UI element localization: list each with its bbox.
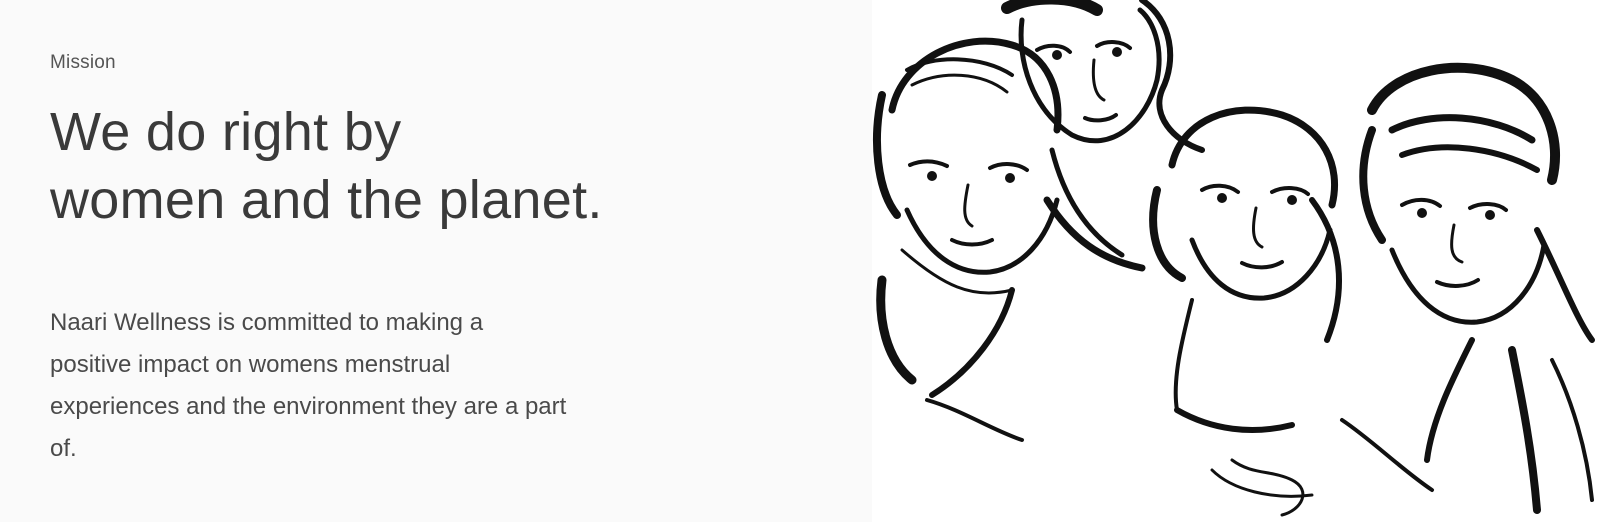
mission-headline: We do right by women and the planet.	[50, 98, 603, 234]
mission-description: Naari Wellness is committed to making a …	[50, 302, 650, 470]
mission-section: Mission We do right by women and the pla…	[0, 0, 872, 522]
description-line-3: experiences and the environment they are…	[50, 393, 567, 420]
page: Mission We do right by women and the pla…	[0, 0, 1600, 522]
woman-back-center-sketch	[1001, 0, 1205, 272]
headline-line-1: We do right by	[50, 102, 402, 162]
illustration-svg	[873, 0, 1595, 517]
headline-line-2: women and the planet.	[50, 170, 603, 230]
woman-left-sketch	[873, 37, 1062, 442]
description-line-2: positive impact on womens menstrual	[50, 351, 451, 378]
description-line-4: of.	[50, 435, 77, 462]
woman-center-front-sketch	[1149, 106, 1342, 517]
section-eyebrow: Mission	[50, 52, 116, 73]
description-line-1: Naari Wellness is committed to making a	[50, 309, 484, 336]
women-group-sketch-illustration	[872, 0, 1600, 522]
woman-right-sketch	[1340, 62, 1595, 514]
